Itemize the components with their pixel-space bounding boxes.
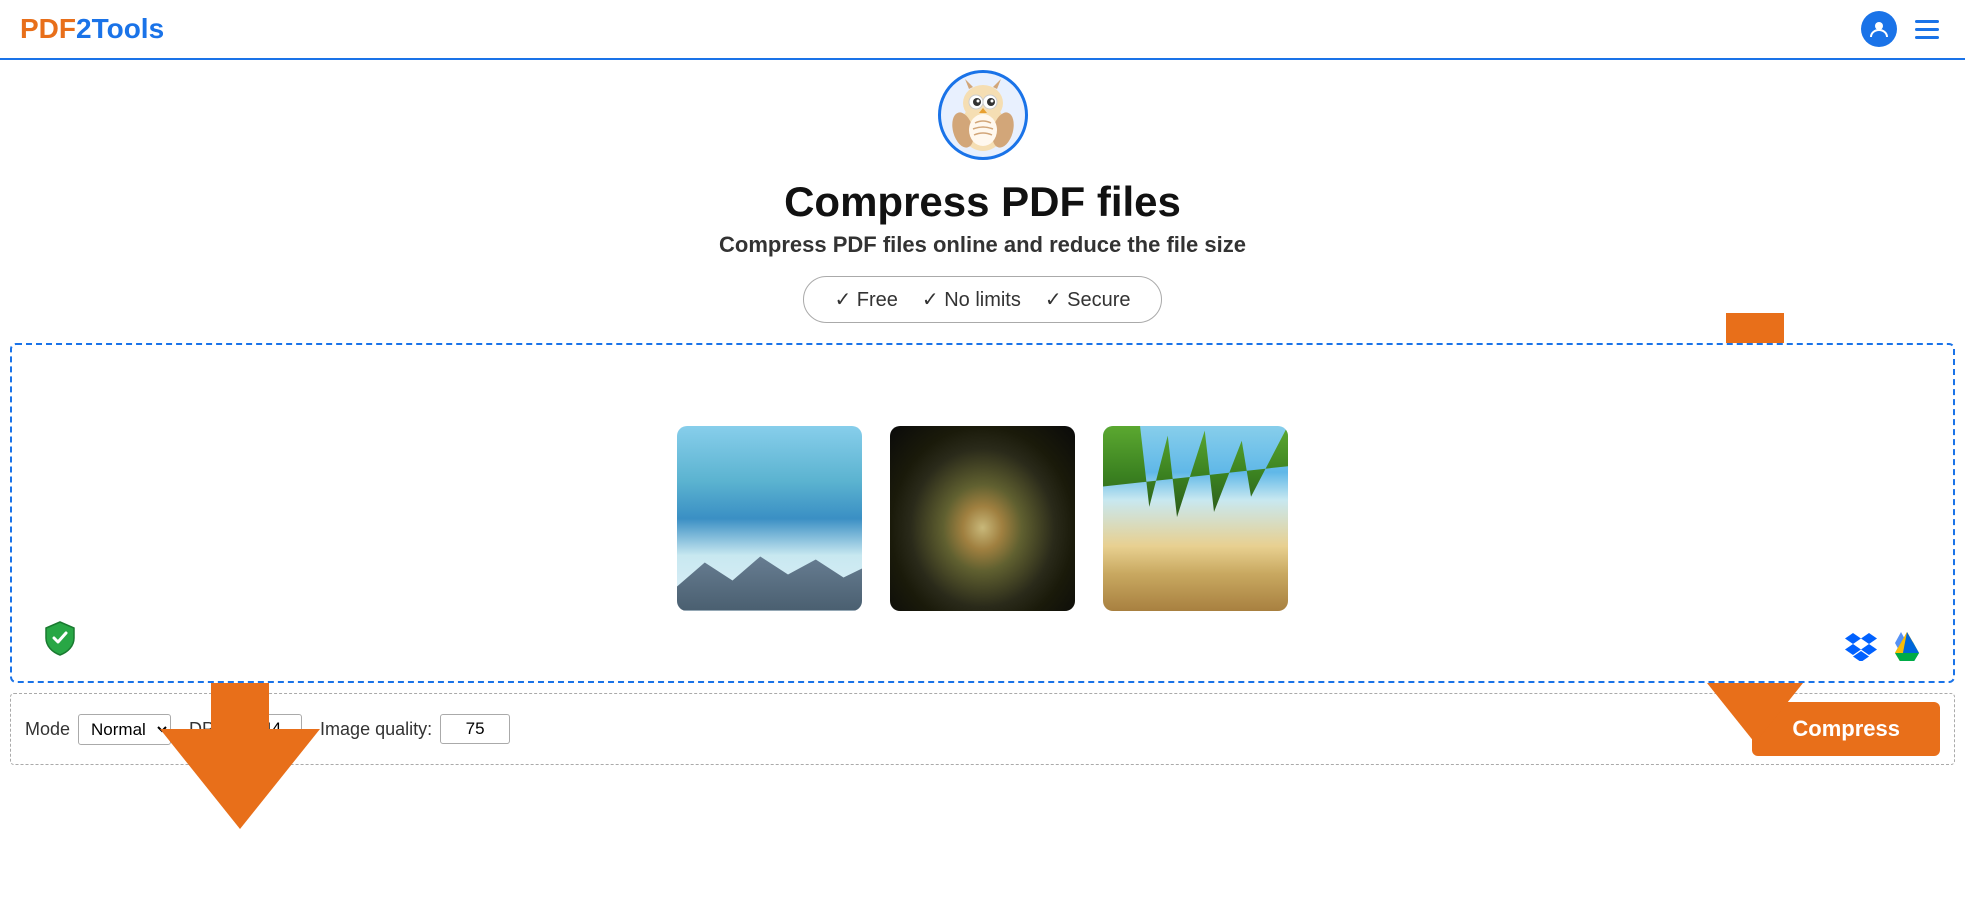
- header: PDF2Tools: [0, 0, 1965, 60]
- mascot-image: [938, 70, 1028, 160]
- quality-input[interactable]: [440, 714, 510, 744]
- header-right: [1861, 11, 1945, 47]
- user-icon-button[interactable]: [1861, 11, 1897, 47]
- features-wrapper: ✓ Free ✓ No limits ✓ Secure: [0, 258, 1965, 323]
- gdrive-icon[interactable]: [1891, 629, 1923, 661]
- mode-control: Mode Normal Low High: [25, 714, 171, 745]
- feature-nolimits: ✓ No limits: [922, 287, 1021, 312]
- main-area: Mode Normal Low High DPI: Image quality:…: [0, 343, 1965, 765]
- feature-secure: ✓ Secure: [1045, 287, 1131, 312]
- features-badge: ✓ Free ✓ No limits ✓ Secure: [803, 276, 1161, 323]
- menu-button[interactable]: [1909, 11, 1945, 47]
- thumbnail-1: [677, 426, 862, 611]
- images-row: [677, 396, 1288, 631]
- page-subtitle: Compress PDF files online and reduce the…: [0, 232, 1965, 258]
- thumbnail-3: [1103, 426, 1288, 611]
- cloud-icons: [1845, 629, 1923, 661]
- page-title: Compress PDF files: [0, 178, 1965, 226]
- security-shield-icon: [42, 620, 78, 656]
- mode-select[interactable]: Normal Low High: [78, 714, 171, 745]
- drop-zone[interactable]: [10, 343, 1955, 683]
- mascot-area: [0, 70, 1965, 160]
- feature-free: ✓ Free: [834, 287, 897, 312]
- logo-text: PDF2Tools: [20, 13, 164, 45]
- left-arrow-head: [160, 729, 320, 829]
- thumbnail-2: [890, 426, 1075, 611]
- dropbox-icon[interactable]: [1845, 629, 1877, 661]
- page-title-section: Compress PDF files Compress PDF files on…: [0, 178, 1965, 258]
- quality-label: Image quality:: [320, 719, 432, 740]
- mode-label: Mode: [25, 719, 70, 740]
- quality-control: Image quality:: [320, 714, 510, 744]
- logo-area: PDF2Tools: [20, 13, 164, 45]
